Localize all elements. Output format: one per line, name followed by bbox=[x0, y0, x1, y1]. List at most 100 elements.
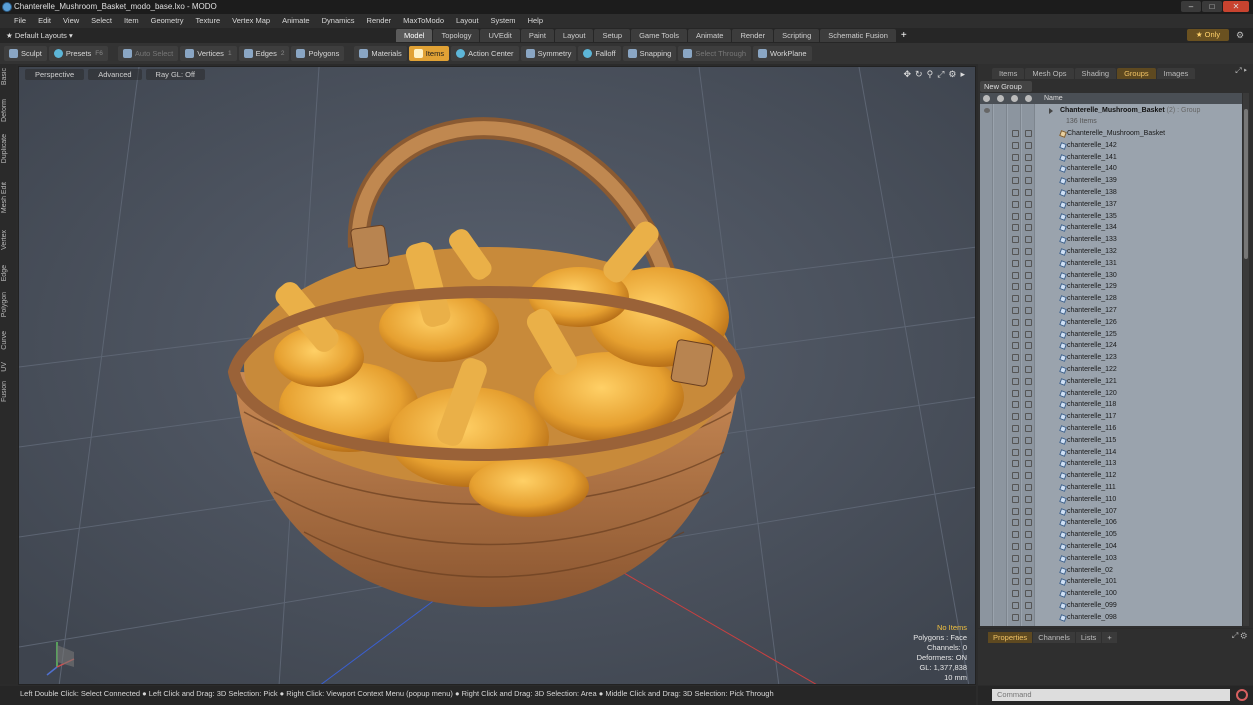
left-tab-basic[interactable]: Basic bbox=[1, 68, 15, 85]
menu-select[interactable]: Select bbox=[85, 14, 118, 28]
workplane-button[interactable]: WorkPlane bbox=[753, 46, 812, 61]
fit-icon[interactable]: ⤢ bbox=[937, 69, 944, 80]
zoom-icon[interactable]: ⚲ bbox=[927, 69, 934, 80]
list-item[interactable]: chanterelle_142 bbox=[980, 140, 1242, 152]
tab-schematic-fusion[interactable]: Schematic Fusion bbox=[820, 29, 896, 42]
list-item[interactable]: chanterelle_101 bbox=[980, 576, 1242, 588]
select-through-button[interactable]: Select Through bbox=[678, 46, 752, 61]
list-item[interactable]: chanterelle_130 bbox=[980, 270, 1242, 282]
tab-scripting[interactable]: Scripting bbox=[774, 29, 820, 42]
name-column-header[interactable]: Name bbox=[1044, 93, 1063, 104]
list-item[interactable]: chanterelle_129 bbox=[980, 281, 1242, 293]
list-item[interactable]: chanterelle_134 bbox=[980, 222, 1242, 234]
select-checkbox[interactable] bbox=[1025, 330, 1032, 338]
select-checkbox[interactable] bbox=[1025, 377, 1032, 385]
lock-checkbox[interactable] bbox=[1012, 413, 1019, 421]
select-checkbox[interactable] bbox=[1025, 401, 1032, 409]
select-checkbox[interactable] bbox=[1025, 212, 1032, 220]
lock-checkbox[interactable] bbox=[1012, 578, 1019, 586]
list-item[interactable]: chanterelle_126 bbox=[980, 317, 1242, 329]
list-item[interactable]: chanterelle_127 bbox=[980, 305, 1242, 317]
menu-layout[interactable]: Layout bbox=[450, 14, 485, 28]
list-item[interactable]: chanterelle_121 bbox=[980, 376, 1242, 388]
lock-checkbox[interactable] bbox=[1012, 283, 1019, 291]
symmetry-button[interactable]: Symmetry bbox=[520, 46, 577, 61]
menu-edit[interactable]: Edit bbox=[32, 14, 57, 28]
lock-checkbox[interactable] bbox=[1012, 200, 1019, 208]
select-checkbox[interactable] bbox=[1025, 189, 1032, 196]
select-checkbox[interactable] bbox=[1025, 177, 1032, 185]
lock-checkbox[interactable] bbox=[1012, 389, 1019, 397]
panel-tab-items[interactable]: Items bbox=[992, 67, 1025, 79]
left-tab-mesh-edit[interactable]: Mesh Edit bbox=[1, 182, 15, 213]
panel-tab-images[interactable]: Images bbox=[1156, 67, 1196, 79]
select-checkbox[interactable] bbox=[1025, 283, 1032, 291]
expand-arrow-icon[interactable] bbox=[1049, 108, 1053, 114]
lock-checkbox[interactable] bbox=[1012, 330, 1019, 338]
panel-tab-groups[interactable]: Groups bbox=[1117, 67, 1156, 79]
select-checkbox[interactable] bbox=[1025, 236, 1032, 244]
select-checkbox[interactable] bbox=[1025, 472, 1032, 480]
auto-select-button[interactable]: Auto Select bbox=[117, 46, 179, 61]
lock-checkbox[interactable] bbox=[1012, 153, 1019, 161]
select-checkbox[interactable] bbox=[1025, 130, 1032, 137]
left-tab-fusion[interactable]: Fusion bbox=[1, 381, 15, 402]
select-checkbox[interactable] bbox=[1025, 425, 1032, 432]
select-checkbox[interactable] bbox=[1025, 566, 1032, 574]
list-item[interactable]: chanterelle_128 bbox=[980, 293, 1242, 305]
properties-tab-lists[interactable]: Lists bbox=[1075, 632, 1102, 643]
command-history-icon[interactable] bbox=[1236, 689, 1248, 701]
select-checkbox[interactable] bbox=[1025, 318, 1032, 326]
lock-checkbox[interactable] bbox=[1012, 354, 1019, 362]
tab-render[interactable]: Render bbox=[732, 29, 774, 42]
lock-checkbox[interactable] bbox=[1012, 495, 1019, 503]
lock-checkbox[interactable] bbox=[1012, 472, 1019, 480]
select-checkbox[interactable] bbox=[1025, 366, 1032, 373]
viewport-gear-icon[interactable]: ⚙ bbox=[948, 69, 956, 80]
list-item[interactable]: chanterelle_120 bbox=[980, 388, 1242, 400]
list-item[interactable]: chanterelle_118 bbox=[980, 399, 1242, 411]
list-item[interactable]: chanterelle_132 bbox=[980, 246, 1242, 258]
lock-checkbox[interactable] bbox=[1012, 141, 1019, 149]
lock-checkbox[interactable] bbox=[1012, 460, 1019, 468]
snapping-button[interactable]: Snapping bbox=[622, 46, 677, 61]
sculpt-button[interactable]: Sculpt bbox=[4, 46, 47, 61]
left-tab-uv[interactable]: UV bbox=[1, 362, 15, 372]
viewport-expand-icon[interactable]: ▸ bbox=[960, 69, 965, 80]
lock-checkbox[interactable] bbox=[1012, 165, 1019, 173]
list-item[interactable]: chanterelle_140 bbox=[980, 163, 1242, 175]
select-checkbox[interactable] bbox=[1025, 165, 1032, 173]
tab-model[interactable]: Model bbox=[396, 29, 433, 42]
list-item[interactable]: Chanterelle_Mushroom_Basket bbox=[980, 128, 1242, 140]
list-item[interactable]: chanterelle_124 bbox=[980, 340, 1242, 352]
select-checkbox[interactable] bbox=[1025, 507, 1032, 515]
menu-help[interactable]: Help bbox=[522, 14, 549, 28]
lock-checkbox[interactable] bbox=[1012, 425, 1019, 432]
properties-tab-channels[interactable]: Channels bbox=[1033, 632, 1075, 643]
lock-checkbox[interactable] bbox=[1012, 318, 1019, 326]
list-item[interactable]: chanterelle_125 bbox=[980, 329, 1242, 341]
list-item[interactable]: chanterelle_02 bbox=[980, 565, 1242, 577]
select-checkbox[interactable] bbox=[1025, 259, 1032, 267]
falloff-button[interactable]: Falloff bbox=[578, 46, 621, 61]
lock-column-icon[interactable] bbox=[1011, 95, 1018, 102]
select-checkbox[interactable] bbox=[1025, 389, 1032, 397]
select-checkbox[interactable] bbox=[1025, 224, 1032, 232]
lock-checkbox[interactable] bbox=[1012, 401, 1019, 409]
pan-icon[interactable]: ✥ bbox=[904, 69, 912, 80]
vertices-button[interactable]: Vertices 1 bbox=[180, 46, 237, 61]
select-checkbox[interactable] bbox=[1025, 448, 1032, 456]
list-item[interactable]: chanterelle_113 bbox=[980, 458, 1242, 470]
properties-tab-add[interactable]: + bbox=[1102, 632, 1117, 643]
list-item[interactable]: chanterelle_100 bbox=[980, 588, 1242, 600]
left-tab-polygon[interactable]: Polygon bbox=[1, 292, 15, 317]
select-checkbox[interactable] bbox=[1025, 248, 1032, 255]
menu-dynamics[interactable]: Dynamics bbox=[316, 14, 361, 28]
lock-checkbox[interactable] bbox=[1012, 613, 1019, 621]
select-checkbox[interactable] bbox=[1025, 271, 1032, 279]
menu-animate[interactable]: Animate bbox=[276, 14, 316, 28]
lock-checkbox[interactable] bbox=[1012, 519, 1019, 527]
tab-layout[interactable]: Layout bbox=[554, 29, 594, 42]
menu-texture[interactable]: Texture bbox=[190, 14, 227, 28]
lock-checkbox[interactable] bbox=[1012, 259, 1019, 267]
